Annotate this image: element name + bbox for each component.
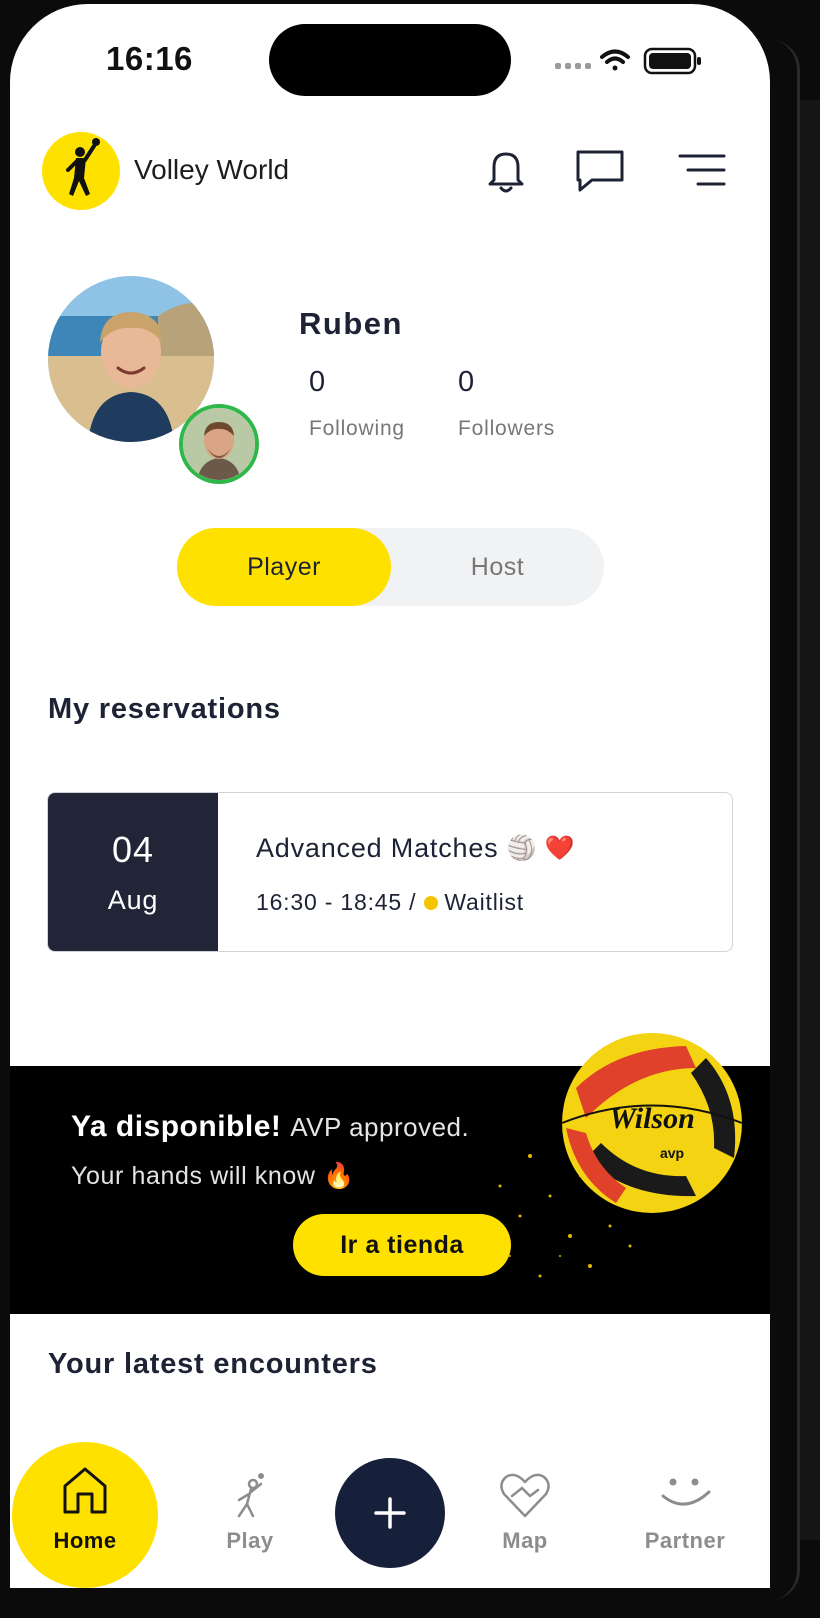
app-logo[interactable] [42,132,120,210]
host-tab[interactable]: Host [391,528,604,606]
reservation-emojis: 🏐 ❤️ [506,835,576,862]
reservation-day: 04 [111,829,155,870]
nav-play-label: Play [226,1528,274,1553]
waitlist-status-dot [424,895,439,910]
frame-edge [770,40,800,1600]
nav-map-button[interactable]: Map [470,1434,580,1584]
following-count[interactable]: 0 [309,366,325,399]
volleyball-player-icon [66,138,100,196]
role-toggle: Player Host [177,528,604,606]
player-icon [237,1473,264,1518]
svg-text:avp: avp [660,1145,684,1161]
volleyball-image: Wilson avp [561,1033,743,1213]
nav-home-label: Home [53,1528,117,1553]
app-screen: 16:16 Volley World Ruben 0 Following 0 F… [10,4,770,1588]
nav-map-label: Map [502,1528,548,1553]
reservations-heading: My reservations [48,693,281,725]
reservation-date-block: 04 Aug [48,793,218,951]
phone-frame: 16:16 Volley World Ruben 0 Following 0 F… [0,0,820,1618]
banner-headline-bold: Ya disponible! [71,1110,282,1143]
banner-headline: Ya disponible! AVP approved. [71,1110,469,1144]
status-time: 16:16 [106,40,193,77]
followers-label[interactable]: Followers [458,417,555,441]
heart-map-icon [500,1473,550,1518]
nav-home-button[interactable]: Home [12,1442,158,1588]
encounters-heading: Your latest encounters [48,1348,378,1380]
reservation-meta-row: 16:30 - 18:45 / Waitlist [256,889,524,916]
profile-name: Ruben [299,306,403,341]
nav-partner-label: Partner [644,1528,726,1553]
signal-icon [555,63,591,69]
secondary-profile-photo [183,408,255,480]
reservation-title-row: Advanced Matches 🏐 ❤️ [256,833,575,864]
wifi-icon [600,49,630,71]
reservation-status: Waitlist [444,889,524,915]
followers-count[interactable]: 0 [458,366,474,399]
home-icon [63,1467,107,1514]
ball-brand-text: Wilson [609,1102,695,1135]
bottom-navigation: Home Play Map Partner [10,1434,770,1588]
nav-partner-button[interactable]: Partner [625,1434,745,1584]
following-label[interactable]: Following [309,417,405,441]
reservation-title: Advanced Matches [256,833,499,863]
reservation-card[interactable]: 04 Aug Advanced Matches 🏐 ❤️ 16:30 - 18:… [47,792,733,952]
notifications-bell-icon[interactable] [478,142,534,198]
player-tab[interactable]: Player [177,528,391,606]
add-button[interactable] [335,1458,445,1568]
smile-icon [661,1478,711,1506]
banner-headline-rest: AVP approved. [290,1112,470,1142]
plus-icon [374,1497,406,1529]
secondary-avatar[interactable] [179,404,259,484]
nav-play-button[interactable]: Play [195,1434,305,1584]
background-window-strip [800,100,820,1540]
banner-subline: Your hands will know 🔥 [71,1162,355,1190]
status-indicators [555,47,701,75]
app-title: Volley World [134,154,290,185]
reservation-month: Aug [107,885,159,915]
shop-button[interactable]: Ir a tienda [293,1214,511,1276]
reservation-time: 16:30 - 18:45 / [256,889,417,915]
battery-icon [643,47,701,75]
messages-chat-icon[interactable] [572,142,628,198]
dynamic-island [269,24,511,96]
hamburger-menu-icon[interactable] [674,142,730,198]
